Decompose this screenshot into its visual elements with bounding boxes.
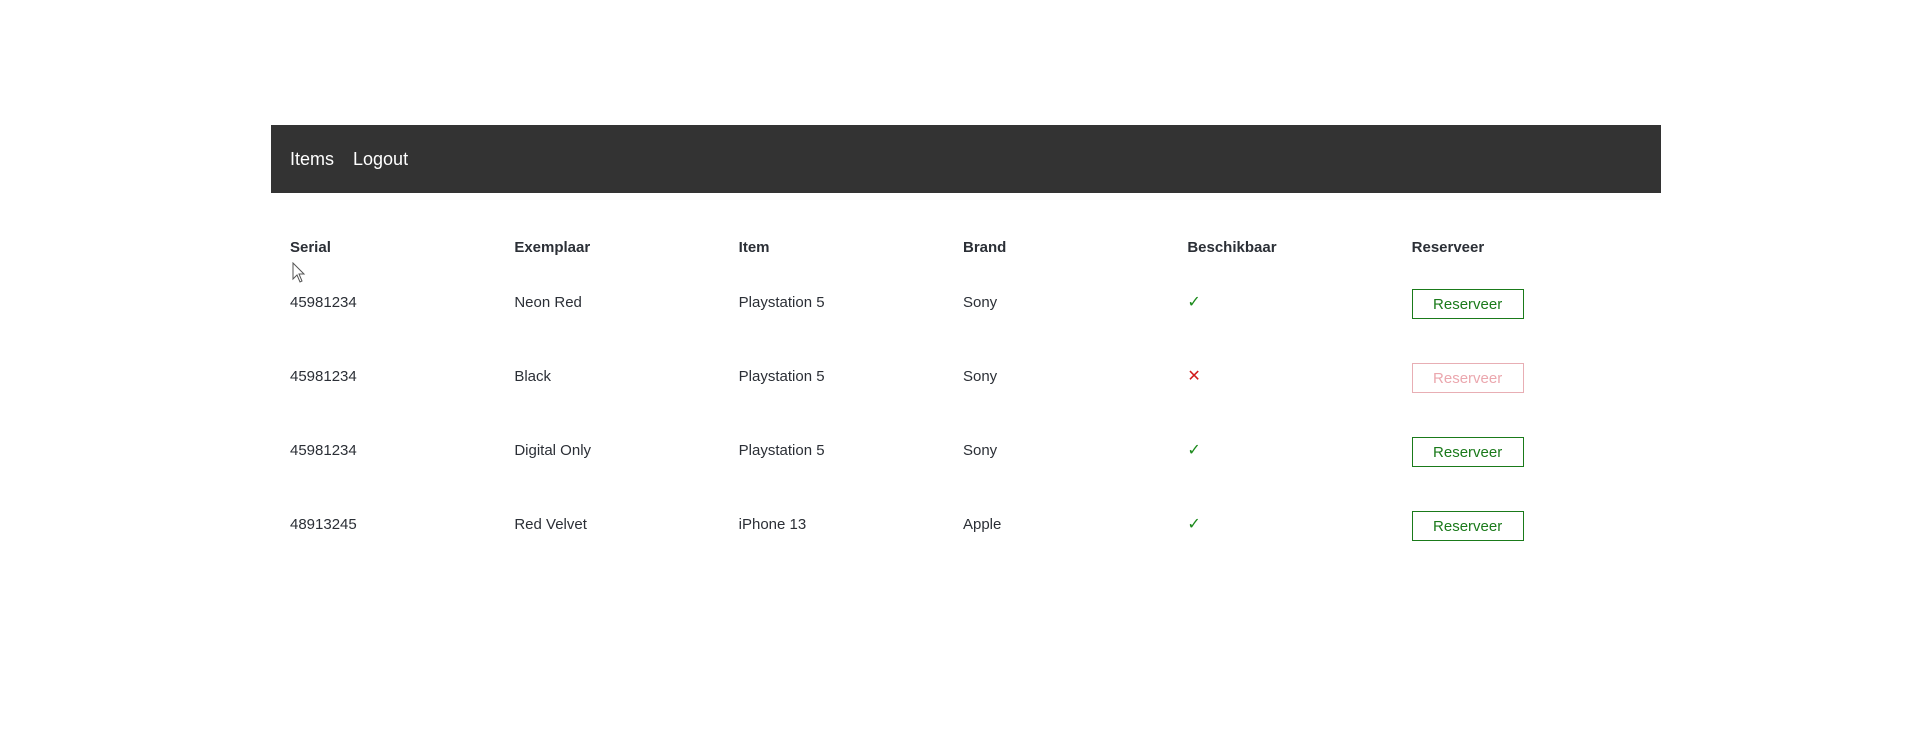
cell-item: Playstation 5 (738, 293, 825, 311)
cell-brand: Sony (962, 293, 998, 311)
cell-available: ✓ (1187, 487, 1411, 561)
table-row: 45981234 Neon Red Playstation 5 Sony ✓ R… (290, 265, 1636, 339)
check-icon: ✓ (1187, 442, 1201, 459)
items-table: Serial Exemplaar Item Brand Beschikbaar … (290, 229, 1636, 561)
cell-brand: Sony (962, 367, 998, 385)
cross-icon: ✕ (1187, 368, 1201, 385)
check-icon: ✓ (1187, 294, 1201, 311)
table-row: 45981234 Black Playstation 5 Sony ✕ Rese… (290, 339, 1636, 413)
header-reserveer: Reserveer (1411, 238, 1485, 256)
nav-items-link[interactable]: Items (290, 149, 334, 170)
check-icon: ✓ (1187, 516, 1201, 533)
cell-available: ✓ (1187, 413, 1411, 487)
reserve-button-disabled: Reserveer (1411, 363, 1524, 393)
cell-serial: 45981234 (290, 367, 357, 385)
nav-logout-link[interactable]: Logout (353, 149, 408, 170)
cell-serial: 48913245 (290, 515, 357, 533)
table-row: 45981234 Digital Only Playstation 5 Sony… (290, 413, 1636, 487)
cell-serial: 45981234 (290, 293, 357, 311)
reserve-button[interactable]: Reserveer (1411, 511, 1524, 541)
top-navbar: Items Logout (271, 125, 1661, 193)
header-beschikbaar: Beschikbaar (1187, 238, 1277, 256)
cell-exemplaar: Neon Red (514, 293, 582, 311)
cell-item: Playstation 5 (738, 441, 825, 459)
header-serial: Serial (290, 238, 331, 256)
mouse-cursor-icon (292, 262, 306, 283)
table-header-row: Serial Exemplaar Item Brand Beschikbaar … (290, 229, 1636, 265)
table-row: 48913245 Red Velvet iPhone 13 Apple ✓ Re… (290, 487, 1636, 561)
cell-exemplaar: Red Velvet (514, 515, 587, 533)
cell-brand: Apple (962, 515, 1002, 533)
cell-available: ✕ (1187, 339, 1411, 413)
cell-serial: 45981234 (290, 441, 357, 459)
cell-reserve: Reserveer (1411, 265, 1636, 339)
cell-reserve: Reserveer (1411, 487, 1636, 561)
reserve-button[interactable]: Reserveer (1411, 437, 1524, 467)
cell-available: ✓ (1187, 265, 1411, 339)
reserve-button[interactable]: Reserveer (1411, 289, 1524, 319)
cell-exemplaar: Black (514, 367, 552, 385)
header-brand: Brand (962, 238, 1007, 256)
page-container: Items Logout Serial Exemplaar Item Brand… (271, 125, 1661, 561)
cell-reserve: Reserveer (1411, 413, 1636, 487)
header-exemplaar: Exemplaar (514, 238, 591, 256)
cell-brand: Sony (962, 441, 998, 459)
cell-item: Playstation 5 (738, 367, 825, 385)
cell-reserve: Reserveer (1411, 339, 1636, 413)
cell-exemplaar: Digital Only (514, 441, 592, 459)
cell-item: iPhone 13 (738, 515, 807, 533)
header-item: Item (738, 238, 770, 256)
